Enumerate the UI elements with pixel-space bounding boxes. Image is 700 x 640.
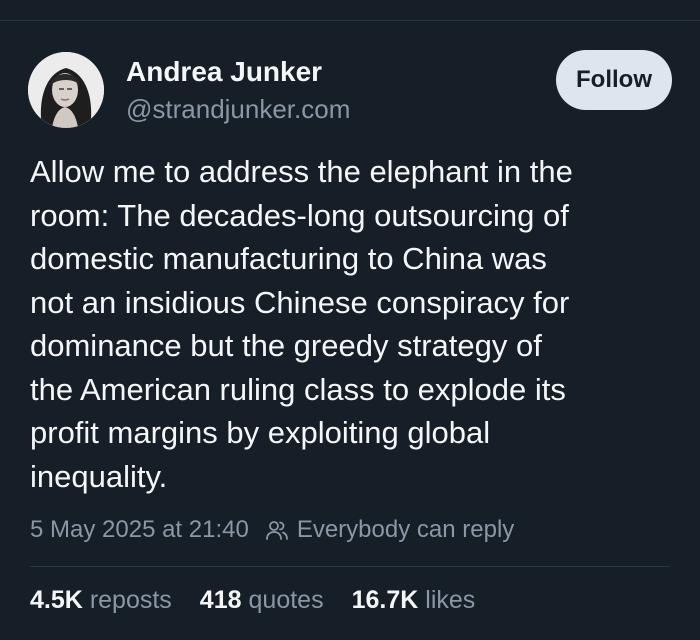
post-text-line: dominance but the greedy strategy of xyxy=(30,328,542,363)
post-text-line: Allow me to address the elephant in the xyxy=(30,154,573,189)
post-stats: 4.5K reposts 418 quotes 16.7K likes xyxy=(30,586,503,615)
quotes-label: quotes xyxy=(248,586,324,614)
quotes-count: 418 xyxy=(199,586,242,614)
post-text-line: not an insidious Chinese conspiracy for xyxy=(30,284,570,320)
quotes-stat[interactable]: 418 quotes xyxy=(200,586,324,615)
post-text-line: domestic manufacturing to China was xyxy=(30,241,547,276)
author-handle[interactable]: @strandjunker.com xyxy=(126,94,350,125)
post-text: Allow me to address the elephant in the … xyxy=(30,150,670,498)
post-header: Andrea Junker @strandjunker.com Follow xyxy=(28,50,672,128)
likes-label: likes xyxy=(425,586,476,614)
post-timestamp[interactable]: 5 May 2025 at 21:40 xyxy=(30,516,249,544)
stats-divider xyxy=(30,566,670,567)
post-text-line: room: The decades-long outsourcing of xyxy=(30,197,569,233)
avatar[interactable] xyxy=(28,52,104,128)
people-icon xyxy=(265,519,289,541)
avatar-image xyxy=(28,52,104,128)
reposts-label: reposts xyxy=(89,586,172,614)
reposts-stat[interactable]: 4.5K reposts xyxy=(30,586,172,615)
follow-button[interactable]: Follow xyxy=(556,50,672,110)
top-divider xyxy=(0,20,700,21)
reply-setting[interactable]: Everybody can reply xyxy=(265,516,514,544)
likes-count: 16.7K xyxy=(351,586,419,614)
likes-stat[interactable]: 16.7K likes xyxy=(352,586,476,615)
post-text-line: inequality. xyxy=(30,458,168,494)
author-name[interactable]: Andrea Junker xyxy=(126,56,322,88)
reposts-count: 4.5K xyxy=(30,586,83,614)
post-text-line: the American ruling class to explode its xyxy=(30,371,566,407)
post-text-line: profit margins by exploiting global xyxy=(30,415,491,450)
reply-setting-label: Everybody can reply xyxy=(296,516,515,543)
post-meta: 5 May 2025 at 21:40 Everybody can reply xyxy=(30,514,514,546)
